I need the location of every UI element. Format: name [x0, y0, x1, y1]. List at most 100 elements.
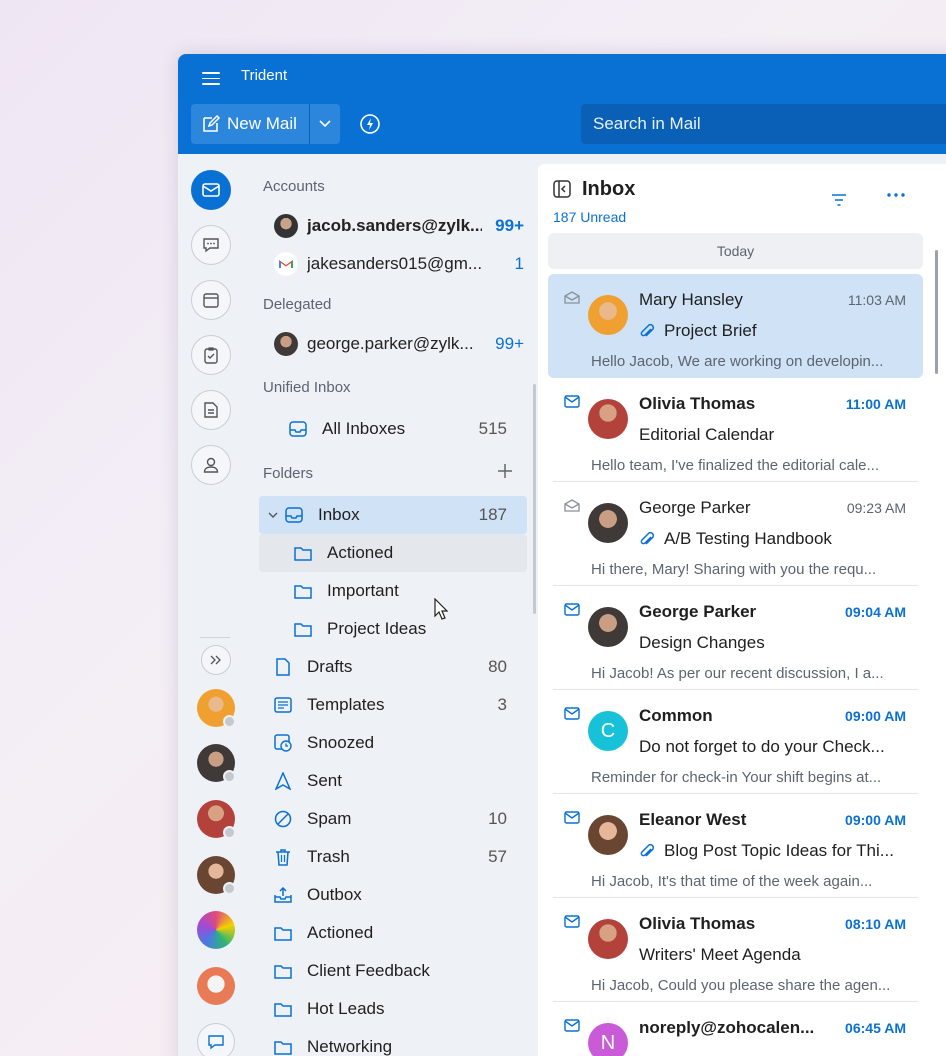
unread-envelope-icon[interactable] — [564, 811, 580, 824]
inbox-icon — [283, 504, 305, 526]
filter-icon[interactable] — [831, 192, 847, 208]
rail-mail-button[interactable] — [191, 170, 231, 210]
message-item[interactable]: Olivia Thomas 08:10 AM Writers' Meet Age… — [548, 898, 923, 1002]
folder-icon — [272, 922, 294, 944]
folder-icon — [272, 1036, 294, 1056]
message-subject: Blog Post Topic Ideas for Thi... — [664, 841, 894, 860]
trash-icon — [272, 846, 294, 868]
folder-label: Important — [327, 581, 399, 600]
read-envelope-icon[interactable] — [564, 291, 580, 304]
folder-label: Networking — [307, 1037, 393, 1056]
contact-avatar[interactable] — [197, 856, 236, 895]
folder-icon — [292, 542, 314, 564]
unread-envelope-icon[interactable] — [564, 1019, 580, 1032]
account-row[interactable]: jakesanders015@gm... 1 — [274, 250, 524, 278]
add-folder-icon[interactable] — [496, 462, 514, 480]
folder-label: Drafts — [307, 657, 353, 676]
contact-avatar[interactable] — [197, 911, 235, 949]
folder-label: Outbox — [307, 885, 362, 904]
delegated-account-row[interactable]: george.parker@zylk... 99+ — [274, 330, 524, 358]
templates-icon — [272, 694, 294, 716]
folder-item-actioned-2[interactable]: Actioned — [259, 914, 527, 952]
app-title: Trident — [241, 67, 288, 84]
message-item[interactable]: George Parker 09:04 AM Design Changes Hi… — [548, 586, 923, 690]
message-item[interactable]: Olivia Thomas 11:00 AM Editorial Calenda… — [548, 378, 923, 482]
account-row[interactable]: jacob.sanders@zylk... 99+ — [274, 212, 524, 240]
folder-item-outbox[interactable]: Outbox — [259, 876, 527, 914]
expand-rail-button[interactable] — [201, 645, 231, 675]
title-bar: Trident New Mail Search in Mail — [178, 54, 946, 154]
folder-icon — [272, 960, 294, 982]
new-mail-button[interactable]: New Mail — [191, 104, 310, 144]
folder-item-sent[interactable]: Sent — [259, 762, 527, 800]
chevron-down-icon[interactable] — [268, 511, 278, 519]
account-unread-count: 1 — [514, 254, 524, 273]
hamburger-menu-icon[interactable] — [202, 72, 220, 86]
new-mail-split-button: New Mail — [191, 104, 340, 144]
folder-label: Actioned — [327, 543, 394, 562]
folder-item-hot-leads[interactable]: Hot Leads — [259, 990, 527, 1028]
new-mail-dropdown[interactable] — [310, 104, 340, 144]
rail-calendar-button[interactable] — [191, 280, 231, 320]
read-envelope-icon[interactable] — [564, 499, 580, 512]
unread-envelope-icon[interactable] — [564, 603, 580, 616]
message-item[interactable]: Mary Hansley 11:03 AM Project Brief Hell… — [548, 274, 923, 378]
folder-label: Templates — [307, 695, 385, 714]
message-list: Inbox 187 Unread Today Mary Hansley 11:0… — [538, 164, 946, 1056]
search-input[interactable]: Search in Mail — [581, 104, 946, 144]
folder-item-client-feedback[interactable]: Client Feedback — [259, 952, 527, 990]
rail-contacts-button[interactable] — [191, 445, 231, 485]
account-email: jacob.sanders@zylk... — [307, 216, 482, 235]
more-options-icon[interactable] — [886, 191, 906, 199]
quick-actions-icon[interactable] — [359, 113, 381, 135]
rail-tasks-button[interactable] — [191, 335, 231, 375]
account-unread-count: 99+ — [495, 216, 524, 235]
message-subject: Do not forget to do your Check... — [639, 737, 885, 756]
message-sender: George Parker — [639, 602, 757, 621]
folder-item-trash[interactable]: Trash 57 — [259, 838, 527, 876]
rail-chat-button[interactable] — [191, 225, 231, 265]
gmail-icon — [274, 252, 298, 276]
folder-item-snoozed[interactable]: Snoozed — [259, 724, 527, 762]
unread-envelope-icon[interactable] — [564, 395, 580, 408]
avatar — [588, 607, 628, 647]
message-sender: noreply@zohocalen... — [639, 1018, 815, 1037]
folder-item-actioned[interactable]: Actioned — [259, 534, 527, 572]
message-subject-row: A/B Testing Handbook — [639, 529, 904, 549]
unread-envelope-icon[interactable] — [564, 915, 580, 928]
rail-chat-shortcut[interactable] — [197, 1023, 235, 1056]
message-time: 06:45 AM — [845, 1020, 906, 1036]
avatar — [588, 919, 628, 959]
rail-notes-button[interactable] — [191, 390, 231, 430]
folder-scrollbar[interactable] — [533, 384, 536, 614]
folder-label: Inbox — [318, 505, 360, 524]
chevron-down-icon — [319, 120, 331, 128]
message-preview: Hi there, Mary! Sharing with you the req… — [591, 561, 877, 578]
attachment-icon — [640, 531, 655, 545]
unread-count[interactable]: 187 Unread — [553, 209, 626, 225]
folder-item-important[interactable]: Important — [259, 572, 527, 610]
unread-envelope-icon[interactable] — [564, 707, 580, 720]
collapse-pane-icon[interactable] — [553, 180, 571, 198]
folder-count: 3 — [497, 695, 507, 714]
message-item[interactable]: Eleanor West 09:00 AM Blog Post Topic Id… — [548, 794, 923, 898]
folder-item-inbox[interactable]: Inbox 187 — [259, 496, 527, 534]
folder-item-networking[interactable]: Networking — [259, 1028, 527, 1056]
contact-avatar[interactable] — [197, 967, 235, 1005]
contact-avatar[interactable] — [197, 744, 236, 783]
folder-item-spam[interactable]: Spam 10 — [259, 800, 527, 838]
contact-avatar[interactable] — [197, 800, 236, 839]
list-scrollbar[interactable] — [935, 250, 938, 374]
all-inboxes-item[interactable]: All Inboxes 515 — [287, 410, 527, 448]
folder-item-templates[interactable]: Templates 3 — [259, 686, 527, 724]
message-item[interactable]: George Parker 09:23 AM A/B Testing Handb… — [548, 482, 923, 586]
contact-avatar[interactable] — [197, 689, 236, 728]
message-item[interactable]: C Common 09:00 AM Do not forget to do yo… — [548, 690, 923, 794]
folder-item-drafts[interactable]: Drafts 80 — [259, 648, 527, 686]
folder-count: 80 — [488, 657, 507, 676]
message-subject-row: Do not forget to do your Check... — [639, 737, 904, 757]
folder-count: 57 — [488, 847, 507, 866]
folder-item-project-ideas[interactable]: Project Ideas — [259, 610, 527, 648]
message-item[interactable]: N noreply@zohocalen... 06:45 AM — [548, 1002, 923, 1056]
account-email: jakesanders015@gm... — [307, 254, 482, 273]
